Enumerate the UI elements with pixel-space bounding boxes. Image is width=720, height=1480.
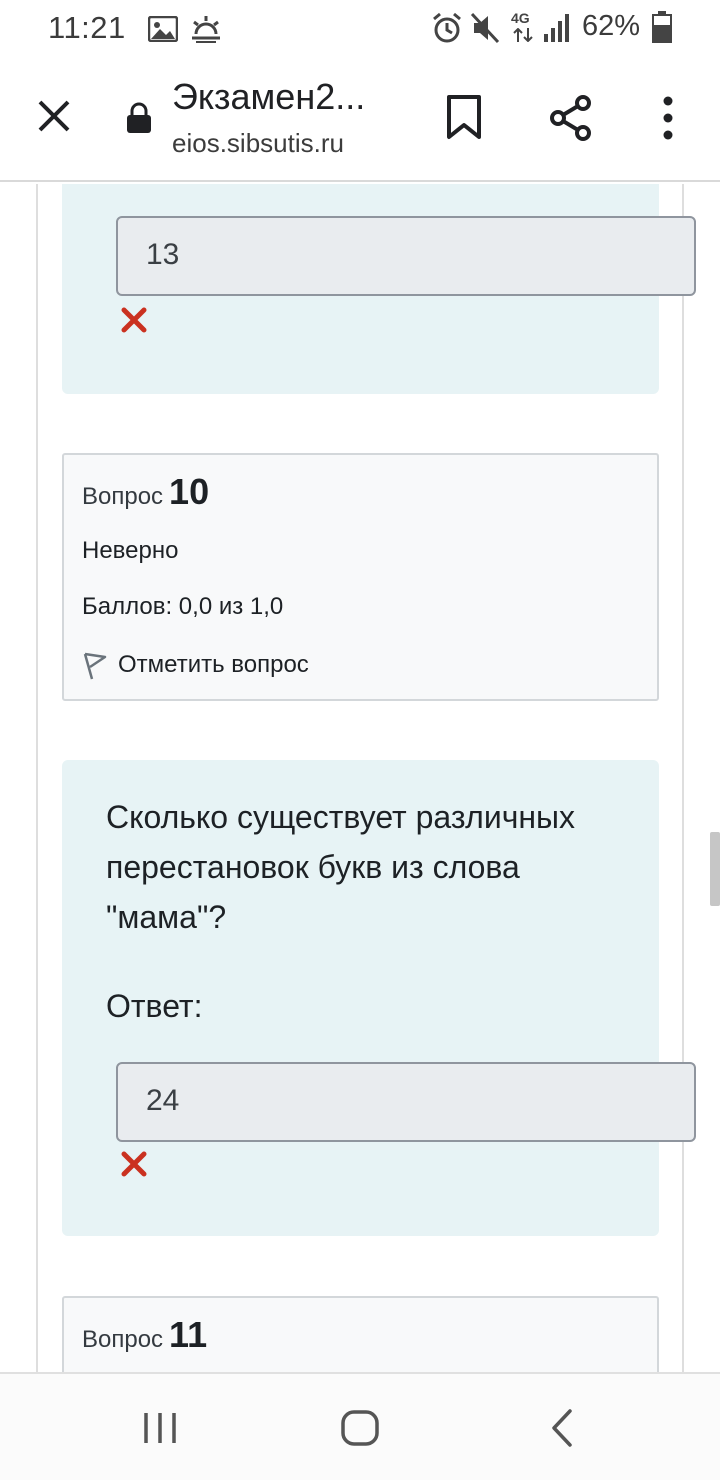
question-10-number: Вопрос 10	[82, 471, 209, 513]
battery-icon	[652, 11, 672, 43]
question-11-number: Вопрос 11	[82, 1314, 207, 1356]
question-10-info: Вопрос 10 Неверно Баллов: 0,0 из 1,0 Отме…	[62, 453, 659, 701]
recent-apps-icon[interactable]	[142, 1410, 178, 1446]
status-bar: 11:21 4G 62%	[0, 0, 720, 58]
question-number: 10	[169, 471, 210, 512]
prev-answer-field[interactable]: 13	[116, 216, 696, 296]
status-time: 11:21	[48, 10, 126, 45]
gallery-icon	[148, 16, 178, 42]
flag-icon	[83, 652, 107, 680]
scrollbar-thumb[interactable]	[710, 832, 720, 906]
incorrect-x-icon	[121, 1151, 147, 1177]
answer-field[interactable]: 24	[116, 1062, 696, 1142]
network-label: 4G	[511, 10, 530, 26]
question-11-info: Вопрос 11	[62, 1296, 659, 1372]
system-nav-bar	[0, 1372, 720, 1480]
incorrect-x-icon	[121, 307, 147, 333]
answer-value: 24	[146, 1084, 180, 1117]
page-border-right	[682, 184, 684, 1372]
prev-question-formulation: 13	[62, 184, 696, 394]
more-icon[interactable]	[658, 96, 678, 140]
prev-answer-value: 13	[146, 238, 180, 271]
bookmark-icon[interactable]	[444, 94, 484, 140]
browser-toolbar: Экзамен2... eios.sibsutis.ru	[0, 58, 720, 182]
close-icon[interactable]	[34, 96, 74, 136]
battery-percent: 62%	[582, 10, 641, 42]
question-10-text: Сколько существует различных перестаново…	[106, 799, 576, 935]
question-10-formulation: Сколько существует различных перестаново…	[62, 760, 696, 1236]
lock-icon[interactable]	[126, 102, 152, 134]
back-icon[interactable]	[548, 1408, 576, 1448]
share-icon[interactable]	[548, 94, 594, 142]
question-number: 11	[169, 1314, 208, 1355]
signal-icon	[544, 14, 569, 42]
home-icon[interactable]	[340, 1408, 380, 1448]
alarm-icon	[433, 12, 461, 43]
mute-icon	[470, 12, 500, 44]
page-border-left	[36, 184, 38, 1372]
question-label: Вопрос	[82, 483, 164, 510]
flag-question-label: Отметить вопрос	[118, 651, 309, 678]
page-content: 13 Вопрос 10 Неверно Баллов: 0,0 из 1,0 О…	[0, 184, 720, 1372]
question-10-state: Неверно	[82, 537, 179, 564]
question-label: Вопрос	[82, 1326, 164, 1353]
weather-icon	[192, 16, 220, 43]
answer-prompt: Ответ:	[106, 988, 203, 1024]
page-title[interactable]: Экзамен2...	[172, 76, 365, 118]
question-10-grade: Баллов: 0,0 из 1,0	[82, 593, 284, 620]
network-4g-icon: 4G	[510, 10, 536, 44]
page-url[interactable]: eios.sibsutis.ru	[172, 128, 344, 159]
